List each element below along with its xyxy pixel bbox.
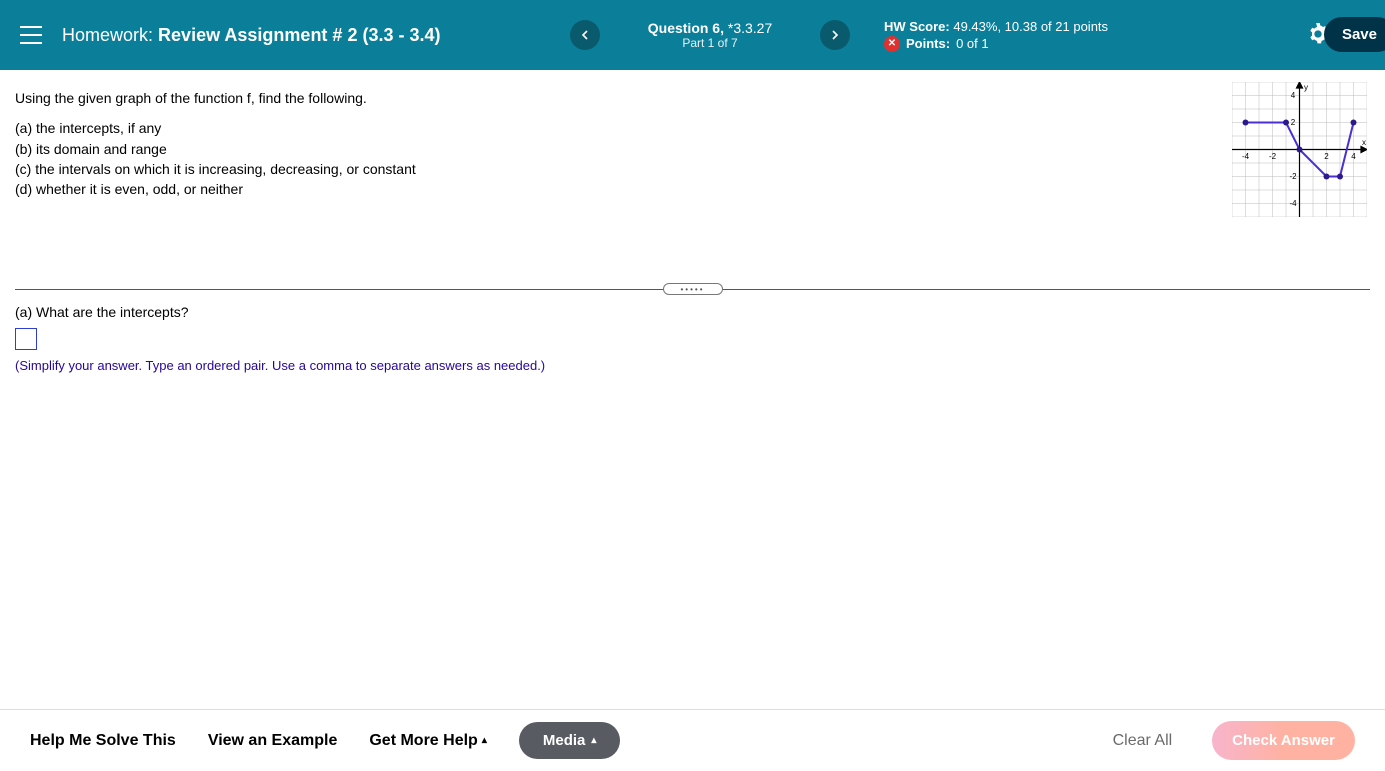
- intercepts-input[interactable]: [15, 328, 37, 350]
- answer-hint: (Simplify your answer. Type an ordered p…: [15, 358, 1370, 373]
- get-more-help-label: Get More Help: [369, 732, 477, 750]
- svg-text:2: 2: [1324, 152, 1329, 161]
- caret-up-icon: ▴: [591, 735, 596, 746]
- x-axis-label: x: [1362, 138, 1366, 147]
- assignment-title: Homework: Review Assignment # 2 (3.3 - 3…: [62, 25, 440, 46]
- caret-up-icon: ▴: [482, 735, 487, 746]
- prev-question-button[interactable]: [570, 20, 600, 50]
- part-a: (a) the intercepts, if any: [15, 118, 1370, 138]
- y-axis-label: y: [1304, 83, 1308, 92]
- divider-handle[interactable]: •••••: [663, 283, 723, 295]
- get-more-help-button[interactable]: Get More Help ▴: [369, 732, 487, 750]
- question-nav: Question 6, *3.3.27 Part 1 of 7: [570, 20, 850, 50]
- points-line: ✕ Points: 0 of 1: [884, 36, 1108, 52]
- check-answer-button[interactable]: Check Answer: [1212, 721, 1355, 760]
- top-header: Homework: Review Assignment # 2 (3.3 - 3…: [0, 0, 1385, 70]
- footer-toolbar: Help Me Solve This View an Example Get M…: [0, 709, 1385, 771]
- homework-label: Homework:: [62, 25, 153, 45]
- score-block: HW Score: 49.43%, 10.38 of 21 points ✕ P…: [884, 17, 1108, 54]
- question-info: Question 6, *3.3.27 Part 1 of 7: [610, 20, 810, 50]
- tick-pos4x: 4: [1351, 152, 1356, 161]
- part-label: Part 1 of 7: [610, 36, 810, 50]
- tick-pos2y: 2: [1291, 118, 1296, 127]
- part-b: (b) its domain and range: [15, 139, 1370, 159]
- view-example-button[interactable]: View an Example: [208, 732, 338, 750]
- question-content: Using the given graph of the function f,…: [0, 70, 1385, 199]
- problem-parts: (a) the intercepts, if any (b) its domai…: [15, 118, 1370, 199]
- tick-neg4x: -4: [1242, 152, 1250, 161]
- part-c: (c) the intervals on which it is increas…: [15, 159, 1370, 179]
- media-label: Media: [543, 732, 586, 749]
- points-value: 0 of 1: [956, 36, 989, 51]
- tick-neg4y: -4: [1289, 199, 1297, 208]
- tick-pos4y: 4: [1291, 91, 1296, 100]
- problem-intro: Using the given graph of the function f,…: [15, 88, 1370, 108]
- question-number-line: Question 6, *3.3.27: [610, 20, 810, 36]
- save-button[interactable]: Save: [1324, 17, 1385, 52]
- content-divider: •••••: [0, 289, 1385, 290]
- answer-area: (a) What are the intercepts? (Simplify y…: [0, 304, 1385, 373]
- incorrect-icon: ✕: [884, 36, 900, 52]
- part-d: (d) whether it is even, odd, or neither: [15, 179, 1370, 199]
- points-label: Points:: [906, 36, 950, 51]
- subquestion-prompt: (a) What are the intercepts?: [15, 304, 1370, 320]
- question-number: Question 6,: [648, 20, 724, 36]
- footer-right: Clear All Check Answer: [1113, 721, 1355, 760]
- clear-all-button[interactable]: Clear All: [1113, 732, 1173, 750]
- graph-thumbnail[interactable]: -4 -2 2 4 4 2 -2 -4 x y: [1232, 82, 1367, 217]
- hamburger-menu-icon[interactable]: [10, 16, 52, 54]
- homework-name: Review Assignment # 2 (3.3 - 3.4): [158, 25, 440, 45]
- next-question-button[interactable]: [820, 20, 850, 50]
- tick-neg2y: -2: [1289, 172, 1297, 181]
- problem-text: Using the given graph of the function f,…: [15, 88, 1370, 199]
- tick-neg2x: -2: [1269, 152, 1277, 161]
- hw-score-label: HW Score:: [884, 19, 950, 34]
- help-me-solve-button[interactable]: Help Me Solve This: [30, 732, 176, 750]
- question-ref: *3.3.27: [728, 20, 772, 36]
- media-button[interactable]: Media ▴: [519, 722, 621, 759]
- hw-score-value: 49.43%, 10.38 of 21 points: [953, 19, 1108, 34]
- hw-score-line: HW Score: 49.43%, 10.38 of 21 points: [884, 19, 1108, 34]
